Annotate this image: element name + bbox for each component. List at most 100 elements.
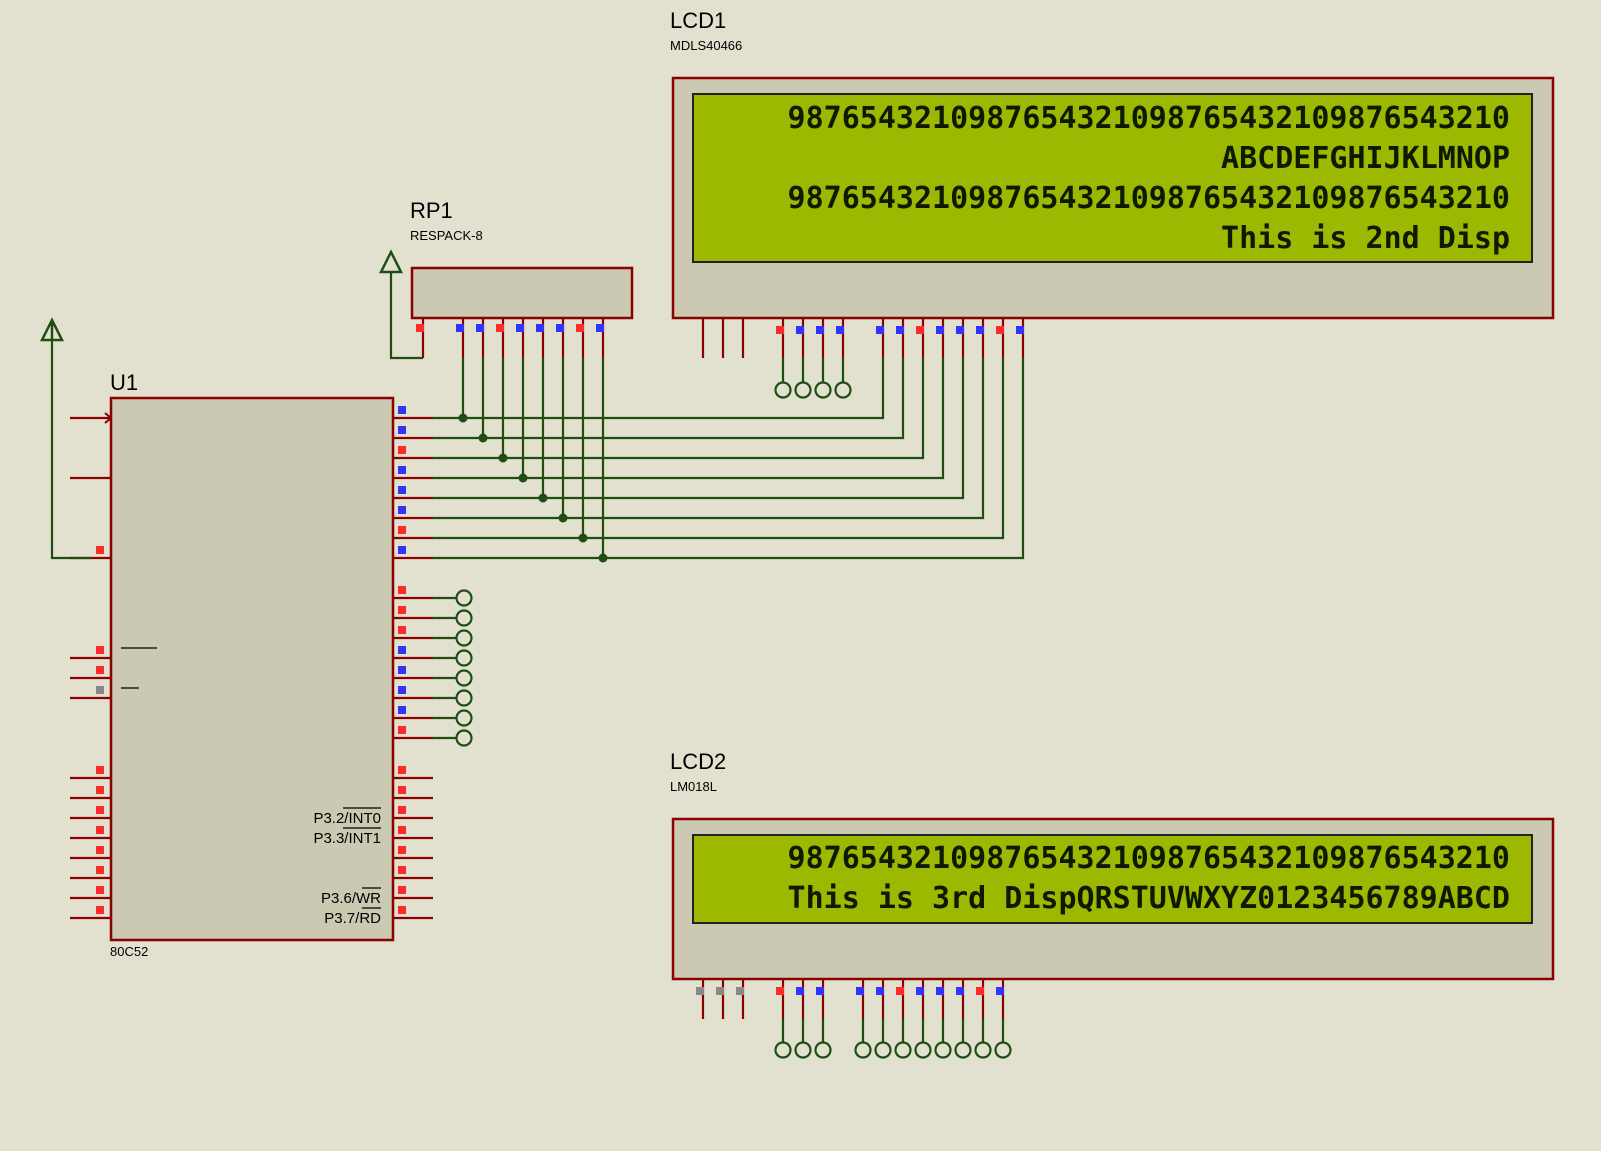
u1-pin-state-marker xyxy=(398,786,406,794)
u1-pin-state-marker xyxy=(398,766,406,774)
u1-pin-state-marker xyxy=(398,406,406,414)
u1-pin-state-marker xyxy=(398,466,406,474)
terminal-ring xyxy=(455,589,473,607)
u1-pin-state-marker xyxy=(96,846,104,854)
u1-pin-state-marker xyxy=(96,686,104,694)
lcd2-pin-state-marker xyxy=(696,987,704,995)
u1-part: 80C52 xyxy=(110,944,148,959)
u1-pin-state-marker xyxy=(96,886,104,894)
u1-pin-state-marker xyxy=(96,866,104,874)
u1-pin-label: P3.6/WR xyxy=(321,890,381,907)
lcd1-pin-state-marker xyxy=(836,326,844,334)
lcd1-ref: LCD1 xyxy=(670,8,726,33)
u1-pin-label: P3.7/RD xyxy=(324,910,381,927)
pin-label-prefix: P3.2/ xyxy=(313,810,349,827)
u1-body xyxy=(109,396,395,942)
rp1-part: RESPACK-8 xyxy=(410,228,483,243)
lcd1-pin-state-marker xyxy=(956,326,964,334)
terminal-ring xyxy=(794,1041,812,1059)
terminal-ring xyxy=(954,1041,972,1059)
terminal-ring xyxy=(814,1041,832,1059)
rp1-pin-state-marker xyxy=(556,324,564,332)
rp1-resistor-pack[interactable]: RP1 RESPACK-8 xyxy=(410,198,634,358)
u1-pin-state-marker xyxy=(96,646,104,654)
terminal-ring xyxy=(974,1041,992,1059)
u1-pin-state-marker xyxy=(398,866,406,874)
junction-dot xyxy=(578,533,588,543)
u1-pin-state-marker xyxy=(398,646,406,654)
terminal-ring xyxy=(994,1041,1012,1059)
lcd2-pin-state-marker xyxy=(796,987,804,995)
rp1-body xyxy=(410,266,634,320)
terminal-ring xyxy=(874,1041,892,1059)
terminal-ring xyxy=(854,1041,872,1059)
u1-pin-state-marker xyxy=(398,846,406,854)
terminal-ring xyxy=(934,1041,952,1059)
lcd2-pin-state-marker xyxy=(916,987,924,995)
junction-dot xyxy=(458,413,468,423)
u1-pin-state-marker xyxy=(398,506,406,514)
u1-pin-state-marker xyxy=(96,806,104,814)
lcd2-ref: LCD2 xyxy=(670,749,726,774)
terminal-ring xyxy=(455,649,473,667)
u1-microcontroller[interactable]: U1 80C52 P3.2/INT0 P3.3/INT1 P3.6/WR P3.7/R… xyxy=(70,370,433,959)
u1-pin-state-marker xyxy=(398,586,406,594)
lcd2-part: LM018L xyxy=(670,779,717,794)
terminal-ring xyxy=(455,669,473,687)
lcd1-pin-state-marker xyxy=(816,326,824,334)
lcd2-pin-state-marker xyxy=(936,987,944,995)
schematic-canvas: U1 80C52 P3.2/INT0 P3.3/INT1 P3.6/WR P3.7/R… xyxy=(39,8,1555,1059)
u1-pin-label: P3.3/INT1 xyxy=(313,830,381,847)
junction-dot xyxy=(518,473,528,483)
lcd2-pin-state-marker xyxy=(776,987,784,995)
rp1-pin-state-marker xyxy=(536,324,544,332)
pin-label-prefix: P3.3/ xyxy=(313,830,349,847)
rp1-pin-state-marker xyxy=(416,324,424,332)
lcd2-pin-state-marker xyxy=(896,987,904,995)
u1-pin-state-marker xyxy=(96,546,104,554)
rp1-pins xyxy=(416,318,605,358)
terminal-ring xyxy=(914,1041,932,1059)
junction-dot xyxy=(478,433,488,443)
u1-pin-state-marker xyxy=(398,686,406,694)
lcd1-line-1: 9876543210987654321098765432109876543210 xyxy=(788,101,1510,136)
terminal-ring xyxy=(814,381,832,399)
lcd2-display[interactable]: LCD2 LM018L 9876543210987654321098765432… xyxy=(670,749,1555,1019)
lcd1-pins xyxy=(701,318,1025,358)
junction-dot xyxy=(558,513,568,523)
lcd2-pin-state-marker xyxy=(736,987,744,995)
lcd2-line-2: This is 3rd DispQRSTUVWXYZ0123456789ABCD xyxy=(788,881,1510,916)
junction-dot xyxy=(598,553,608,563)
lcd1-pin-state-marker xyxy=(996,326,1004,334)
u1-pin-state-marker xyxy=(398,426,406,434)
u1-ref: U1 xyxy=(110,370,138,395)
u1-pin-state-marker xyxy=(398,906,406,914)
pin-label-overlined: INT0 xyxy=(348,810,381,827)
lcd2-pin-state-marker xyxy=(996,987,1004,995)
junction-dot xyxy=(538,493,548,503)
lcd1-part: MDLS40466 xyxy=(670,38,742,53)
pin-label-overlined: WR xyxy=(356,890,381,907)
u1-pin-state-marker xyxy=(96,666,104,674)
u1-pin-state-marker xyxy=(96,906,104,914)
lcd1-pin-state-marker xyxy=(896,326,904,334)
u1-pin-state-marker xyxy=(398,446,406,454)
u1-pin-state-marker xyxy=(398,666,406,674)
u1-pin-state-marker xyxy=(398,486,406,494)
u1-pin-state-marker xyxy=(398,626,406,634)
lcd1-display[interactable]: LCD1 MDLS40466 9876543210987654321098765… xyxy=(670,8,1555,358)
lcd1-line-3: 9876543210987654321098765432109876543210 xyxy=(788,181,1510,216)
lcd2-line-1: 9876543210987654321098765432109876543210 xyxy=(788,841,1510,876)
terminal-ring xyxy=(774,381,792,399)
terminal-ring xyxy=(455,709,473,727)
rp1-pin-state-marker xyxy=(516,324,524,332)
junctions xyxy=(458,413,608,563)
rp1-pin-state-marker xyxy=(596,324,604,332)
lcd2-pin-state-marker xyxy=(716,987,724,995)
u1-pin-state-marker xyxy=(398,806,406,814)
u1-pin-state-marker xyxy=(398,726,406,734)
data-bus-wire xyxy=(433,358,925,460)
pin-label-prefix: P3.6/ xyxy=(321,890,357,907)
pin-label-overlined: INT1 xyxy=(348,830,381,847)
lcd1-line-2: ABCDEFGHIJKLMNOP xyxy=(1221,141,1510,176)
